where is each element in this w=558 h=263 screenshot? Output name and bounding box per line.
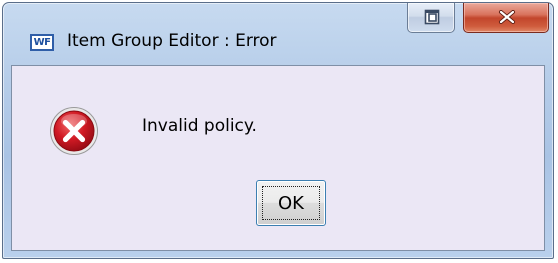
dialog-window: WF Item Group Editor : Error Invalid pol… (2, 2, 554, 259)
error-icon (50, 107, 98, 155)
close-button[interactable] (463, 3, 549, 33)
error-message: Invalid policy. (142, 116, 257, 136)
restore-button[interactable] (407, 3, 455, 33)
restore-icon (424, 9, 440, 25)
close-icon (499, 10, 515, 24)
window-title: Item Group Editor : Error (67, 31, 277, 51)
title-bar[interactable]: WF Item Group Editor : Error (3, 3, 553, 63)
dialog-body: Invalid policy. OK (11, 65, 545, 251)
ok-button-label: OK (262, 186, 320, 220)
app-icon: WF (30, 34, 54, 51)
ok-button[interactable]: OK (256, 180, 326, 226)
